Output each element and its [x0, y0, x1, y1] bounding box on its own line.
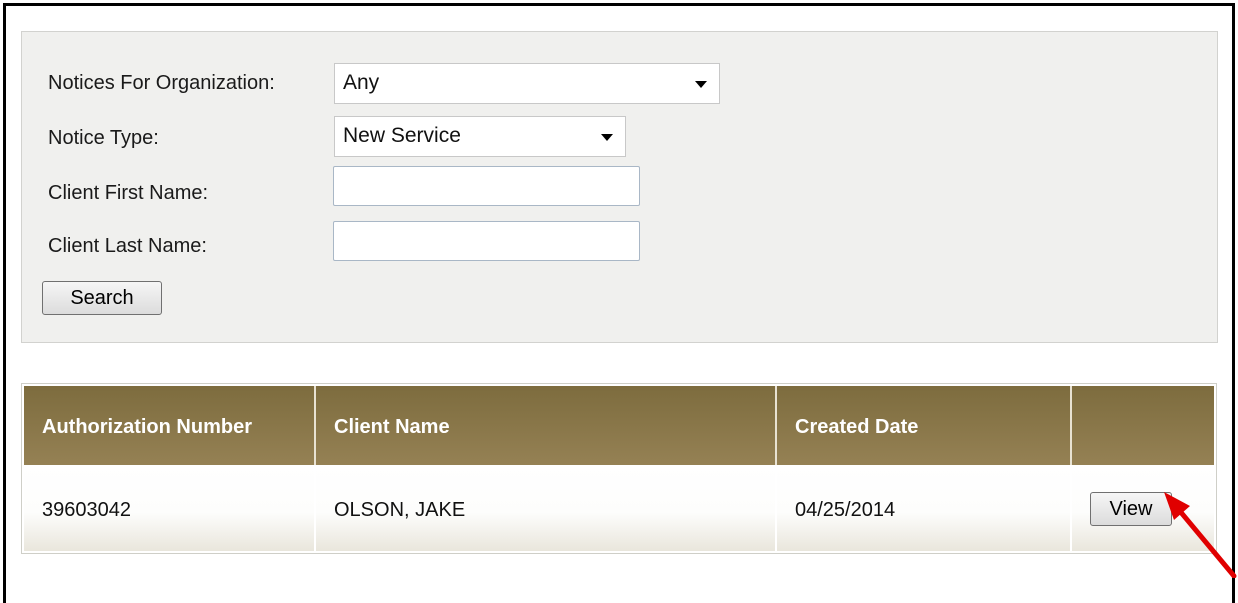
notice-type-label: Notice Type:: [48, 127, 159, 149]
results-table: Authorization Number Client Name Created…: [21, 383, 1217, 554]
dropdown-caret-icon: [601, 133, 613, 141]
last-name-input[interactable]: [333, 221, 640, 261]
annotation-arrow-icon: [1164, 492, 1237, 578]
notice-type-select[interactable]: New Service: [334, 116, 626, 157]
organization-label: Notices For Organization:: [48, 72, 275, 94]
cell-authorization-number: 39603042: [24, 465, 316, 551]
organization-select[interactable]: Any: [334, 63, 720, 104]
column-header-actions: [1072, 386, 1214, 465]
notice-type-select-value: New Service: [343, 124, 461, 147]
column-header-created-date: Created Date: [777, 386, 1072, 465]
first-name-label: Client First Name:: [48, 182, 209, 204]
search-button[interactable]: Search: [42, 281, 162, 315]
search-panel: Notices For Organization: Any Notice Typ…: [21, 31, 1218, 343]
cell-client-name: OLSON, JAKE: [316, 465, 777, 551]
table-header: Authorization Number Client Name Created…: [24, 386, 1214, 465]
column-header-client-name: Client Name: [316, 386, 777, 465]
organization-select-value: Any: [343, 71, 380, 94]
last-name-label: Client Last Name:: [48, 235, 207, 257]
first-name-input[interactable]: [333, 166, 640, 206]
table-row: 39603042 OLSON, JAKE 04/25/2014 View: [24, 465, 1214, 551]
cell-created-date: 04/25/2014: [777, 465, 1072, 551]
column-header-authorization-number: Authorization Number: [24, 386, 316, 465]
dropdown-caret-icon: [695, 80, 707, 88]
